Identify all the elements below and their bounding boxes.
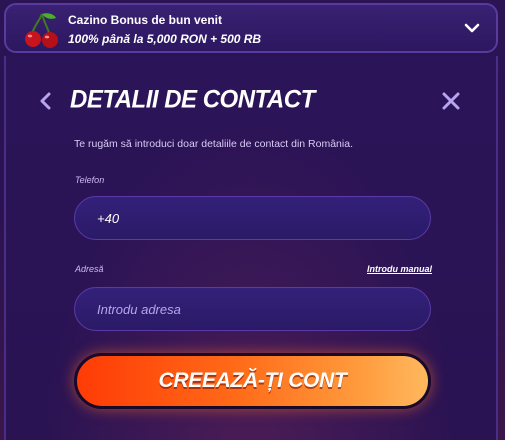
create-account-label: CREEAZĂ-ȚI CONT xyxy=(158,369,347,392)
contact-note: Te rugăm să introduci doar detaliile de … xyxy=(74,138,353,150)
address-input[interactable]: Introdu adresa xyxy=(74,287,431,331)
page-title: DETALII DE CONTACT xyxy=(70,85,315,114)
address-placeholder: Introdu adresa xyxy=(97,301,181,317)
create-account-button[interactable]: CREEAZĂ-ȚI CONT xyxy=(74,353,431,409)
back-arrow-icon[interactable] xyxy=(38,91,52,111)
bonus-title: Cazino Bonus de bun venit xyxy=(68,13,223,27)
phone-value: +40 xyxy=(97,210,120,226)
phone-label: Telefon xyxy=(75,175,105,185)
phone-field[interactable]: +40 xyxy=(74,196,431,240)
bonus-subtitle: 100% până la 5,000 RON + 500 RB xyxy=(68,32,262,46)
manual-address-link[interactable]: Introdu manual xyxy=(367,264,432,274)
chevron-down-icon[interactable] xyxy=(462,18,482,38)
bonus-banner[interactable]: Cazino Bonus de bun venit 100% până la 5… xyxy=(4,3,498,53)
cherries-icon xyxy=(25,13,58,48)
address-label: Adresă xyxy=(75,264,104,274)
close-icon[interactable] xyxy=(441,91,461,111)
